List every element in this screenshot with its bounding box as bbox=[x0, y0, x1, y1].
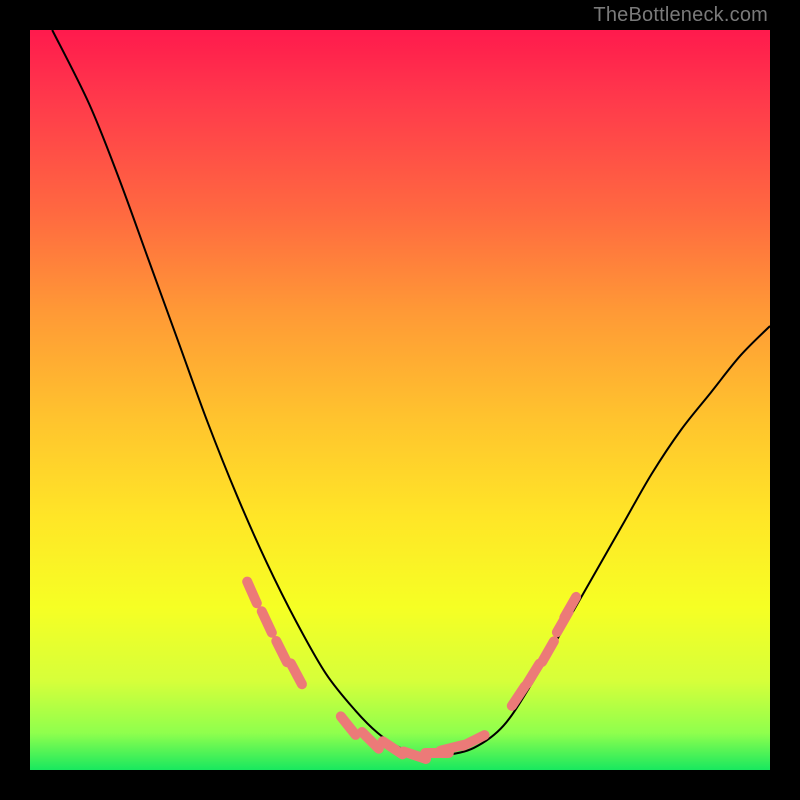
curve-marker bbox=[512, 686, 525, 706]
curve-marker bbox=[564, 597, 576, 618]
curve-marker bbox=[291, 663, 302, 684]
curve-path bbox=[52, 30, 770, 756]
plot-area bbox=[30, 30, 770, 770]
curve-marker bbox=[542, 641, 554, 662]
bottleneck-curve bbox=[30, 30, 770, 770]
curve-marker bbox=[262, 611, 272, 632]
curve-marker bbox=[341, 716, 356, 734]
chart-frame: TheBottleneck.com bbox=[0, 0, 800, 800]
curve-marker bbox=[247, 582, 257, 604]
curve-marker bbox=[276, 641, 287, 662]
curve-marker bbox=[362, 732, 379, 749]
watermark-text: TheBottleneck.com bbox=[593, 4, 768, 27]
curve-markers bbox=[247, 582, 576, 759]
curve-marker bbox=[527, 664, 539, 684]
